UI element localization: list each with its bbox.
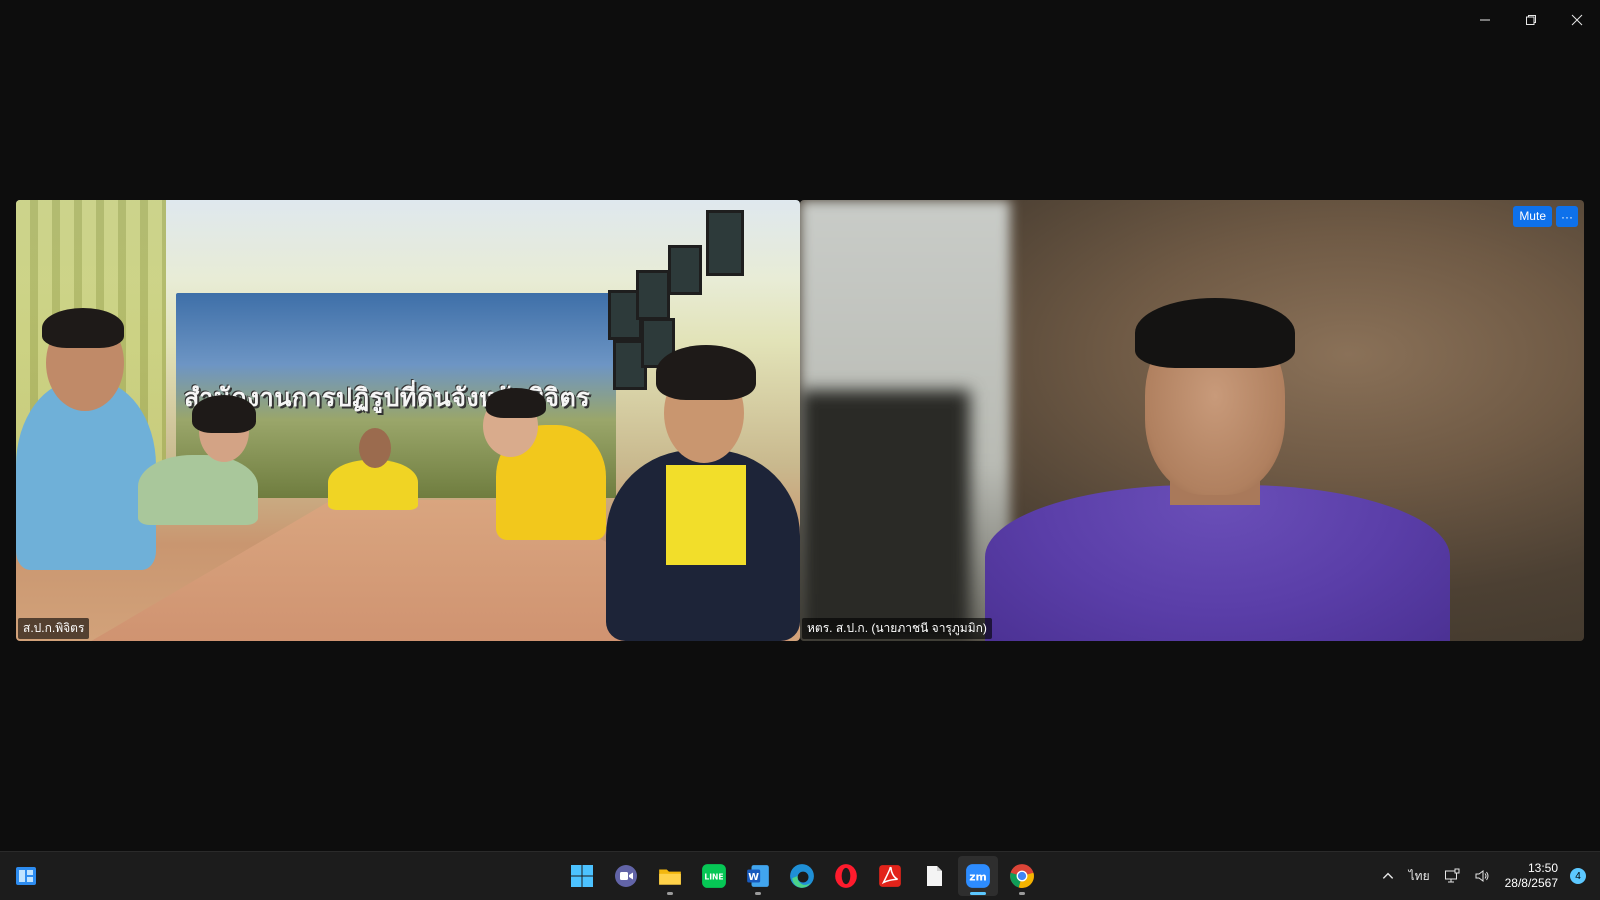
word-icon: W bbox=[747, 865, 769, 887]
volume-button[interactable] bbox=[1467, 868, 1497, 884]
participant-green-shirt bbox=[138, 455, 258, 525]
document-icon bbox=[927, 866, 942, 886]
language-indicator[interactable]: ไทย bbox=[1402, 867, 1437, 886]
notification-badge[interactable]: 4 bbox=[1570, 868, 1586, 884]
widgets-icon bbox=[16, 867, 36, 885]
opera-browser-icon bbox=[835, 864, 857, 888]
participant-hair bbox=[486, 388, 546, 418]
taskbar: LINE W zm ไทย 13:50 28/8/2567 4 bbox=[0, 851, 1600, 900]
close-button[interactable] bbox=[1554, 0, 1600, 40]
speaker-icon bbox=[1475, 870, 1489, 882]
taskbar-chrome[interactable] bbox=[1002, 856, 1042, 896]
taskbar-edge[interactable] bbox=[782, 856, 822, 896]
participant-hair bbox=[192, 395, 256, 433]
chevron-up-icon bbox=[1382, 872, 1393, 879]
system-tray: ไทย 13:50 28/8/2567 4 bbox=[1374, 852, 1600, 900]
background-furniture bbox=[800, 390, 970, 641]
running-indicator bbox=[970, 892, 986, 895]
start-button[interactable] bbox=[562, 856, 602, 896]
wall-frame bbox=[636, 270, 670, 320]
taskbar-acrobat[interactable] bbox=[870, 856, 910, 896]
taskbar-file-explorer[interactable] bbox=[650, 856, 690, 896]
svg-text:LINE: LINE bbox=[704, 872, 723, 881]
taskbar-notepad[interactable] bbox=[914, 856, 954, 896]
zoom-icon: zm bbox=[966, 864, 990, 888]
clock-date: 28/8/2567 bbox=[1504, 876, 1558, 890]
restore-icon bbox=[1526, 15, 1536, 25]
participant-name-label: ส.ป.ก.พิจิตร bbox=[18, 618, 90, 639]
participant-head bbox=[359, 428, 391, 468]
participant-hair bbox=[656, 345, 756, 400]
taskbar-word[interactable]: W bbox=[738, 856, 778, 896]
window-controls bbox=[1462, 0, 1600, 40]
widgets-button[interactable] bbox=[14, 864, 38, 888]
clock[interactable]: 13:50 28/8/2567 bbox=[1497, 861, 1566, 891]
speaker-purple-shirt bbox=[985, 485, 1450, 641]
taskbar-line[interactable]: LINE bbox=[694, 856, 734, 896]
taskbar-apps: LINE W zm bbox=[562, 856, 1042, 896]
video-tile-pichit-office[interactable]: สำนักงานการปฏิรูปที่ดินจังหวัดพิจิตร ส.ป… bbox=[16, 200, 800, 641]
participant-hair bbox=[42, 308, 124, 348]
svg-text:zm: zm bbox=[969, 870, 987, 883]
chrome-browser-icon bbox=[1010, 864, 1034, 888]
participant-name-label: หตร. ส.ป.ก. (นายภาชนี จารุภูมมิก) bbox=[802, 618, 992, 639]
taskbar-chat[interactable] bbox=[606, 856, 646, 896]
speaker-hair bbox=[1135, 298, 1295, 368]
tile-actions: Mute ··· bbox=[1513, 206, 1578, 227]
running-indicator bbox=[755, 892, 761, 895]
network-button[interactable] bbox=[1437, 868, 1467, 884]
wall-frame bbox=[706, 210, 744, 276]
close-icon bbox=[1571, 14, 1583, 26]
clock-time: 13:50 bbox=[1527, 861, 1558, 875]
windows-logo-icon bbox=[571, 865, 593, 887]
minimize-icon bbox=[1480, 19, 1490, 21]
running-indicator bbox=[667, 892, 673, 895]
minimize-button[interactable] bbox=[1462, 0, 1508, 40]
taskbar-opera[interactable] bbox=[826, 856, 866, 896]
video-tile-speaker[interactable]: Mute ··· หตร. ส.ป.ก. (นายภาชนี จารุภูมมิ… bbox=[800, 200, 1584, 641]
svg-text:W: W bbox=[748, 872, 759, 883]
wall-frame bbox=[668, 245, 702, 295]
restore-button[interactable] bbox=[1508, 0, 1554, 40]
mute-button[interactable]: Mute bbox=[1513, 206, 1552, 227]
show-hidden-icons-button[interactable] bbox=[1374, 869, 1402, 883]
network-icon bbox=[1444, 868, 1460, 883]
pdf-icon bbox=[879, 865, 901, 887]
edge-browser-icon bbox=[790, 864, 814, 888]
taskbar-zoom[interactable]: zm bbox=[958, 856, 998, 896]
line-app-icon: LINE bbox=[702, 864, 726, 888]
more-options-button[interactable]: ··· bbox=[1556, 206, 1578, 227]
video-chat-icon bbox=[615, 865, 637, 887]
participant-yellow-shirt bbox=[666, 465, 746, 565]
folder-icon bbox=[659, 869, 681, 885]
running-indicator bbox=[1019, 892, 1025, 895]
